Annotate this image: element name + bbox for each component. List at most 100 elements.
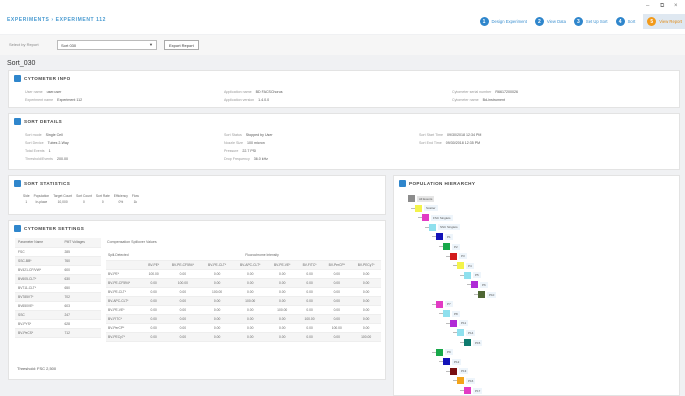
- field-sort-status: Sort Status Stopped by User: [224, 133, 273, 137]
- panel-title: SORT STATISTICS: [14, 180, 70, 187]
- table-cell: 0.00: [232, 269, 268, 279]
- table-cell: 0.00: [267, 287, 297, 297]
- table-cell: 0.00: [322, 305, 352, 315]
- table-row: BV711-CLT* 650: [15, 283, 101, 293]
- minimize-icon[interactable]: –: [646, 3, 649, 9]
- panel-title: CYTOMETER SETTINGS: [14, 225, 84, 232]
- column-header: Parameter Name: [15, 238, 62, 248]
- population-color-swatch: [450, 319, 457, 327]
- table-cell: 0.00: [267, 323, 297, 333]
- table-row: BV-FITC* 0.00 0.00 0.00 0.00 0.00 100.00 0.00 0.…: [106, 314, 381, 324]
- panel-icon: [399, 180, 406, 187]
- population-color-swatch: [429, 223, 436, 231]
- breadcrumb[interactable]: EXPERIMENTS › EXPERIMENT 112: [7, 17, 106, 23]
- param-voltage: 702: [61, 292, 101, 302]
- population-node[interactable]: All Events: [408, 195, 435, 202]
- population-node[interactable]: P11: [450, 319, 469, 327]
- param-name: BV785VT*: [15, 292, 62, 302]
- step-sort[interactable]: 4 Sort: [615, 17, 635, 26]
- population-node[interactable]: P8: [443, 310, 460, 318]
- population-node[interactable]: P12: [443, 358, 462, 366]
- population-node[interactable]: P3: [450, 252, 467, 260]
- table-cell: 0.00: [232, 287, 268, 297]
- table-cell: 0.00: [296, 305, 323, 315]
- population-color-swatch: [450, 252, 457, 260]
- population-node[interactable]: FSC Singlets: [422, 214, 453, 222]
- table-cell: 0.00: [143, 332, 165, 342]
- population-node[interactable]: P7: [436, 300, 453, 308]
- table-cell: 0.00: [143, 287, 165, 297]
- field-cytometer-name: Cytometer name Bd-instrument: [452, 98, 505, 102]
- field-sort-end-time: Sort End Time 09/30/2018 12:35 PM: [419, 141, 481, 145]
- row-header: BV-PE-VE*: [106, 305, 144, 315]
- table-cell: 0.00: [296, 332, 323, 342]
- table-cell: 0.00: [322, 287, 352, 297]
- population-label: P13: [459, 368, 469, 375]
- population-node[interactable]: P9: [436, 348, 453, 356]
- table-cell: 0.00: [322, 332, 352, 342]
- population-node[interactable]: Scatter: [415, 204, 438, 212]
- step-number: 5: [647, 17, 657, 26]
- report-select[interactable]: Sort 030 ▼: [57, 40, 157, 50]
- table-cell: 0.00: [232, 314, 268, 324]
- param-voltage: 247: [61, 310, 101, 320]
- population-label: P16: [466, 377, 476, 384]
- population-node[interactable]: P1: [436, 233, 453, 241]
- table-cell: 100.00: [201, 287, 233, 297]
- population-label: P7: [445, 301, 453, 308]
- export-report-button[interactable]: Export Report: [164, 40, 199, 50]
- param-voltage: 600: [61, 265, 101, 275]
- step-design-experiment[interactable]: 1 Design Experiment: [479, 17, 527, 26]
- table-cell: 100.00: [164, 278, 202, 288]
- step-view-report[interactable]: 5 View Report: [643, 14, 685, 29]
- population-node[interactable]: P6: [471, 281, 488, 289]
- table-cell: 0.00: [351, 314, 381, 324]
- population-label: P3: [459, 253, 467, 260]
- row-header: BV-PE-CF594*: [106, 278, 144, 288]
- step-label: Set Up Sort: [585, 19, 608, 24]
- table-header-row: Parameter Name PMT Voltages: [15, 238, 101, 248]
- table-row: SSC 247: [15, 310, 101, 320]
- population-color-swatch: [464, 271, 471, 279]
- population-label: P10: [487, 291, 497, 298]
- population-color-swatch: [457, 262, 464, 270]
- population-node[interactable]: SSC Singlets: [429, 223, 460, 231]
- population-node[interactable]: P14: [457, 329, 476, 337]
- population-node[interactable]: P10: [478, 291, 497, 298]
- column-header: BV-FITC*: [296, 260, 323, 270]
- table-cell: 0.00: [164, 305, 202, 315]
- report-select-label: Select by Report: [9, 42, 39, 47]
- population-node[interactable]: P4: [457, 262, 474, 270]
- population-color-swatch: [443, 243, 450, 250]
- table-cell: 0.00: [267, 269, 297, 279]
- table-cell: 1k: [133, 200, 138, 204]
- population-node[interactable]: P16: [457, 377, 476, 385]
- population-label: P5: [473, 272, 481, 279]
- close-icon[interactable]: ×: [674, 3, 678, 9]
- step-set-up-sort[interactable]: 3 Set Up Sort: [573, 17, 608, 26]
- step-number: 1: [479, 17, 489, 26]
- population-node[interactable]: P2: [443, 243, 460, 250]
- table-cell: 1: [25, 200, 28, 204]
- field-cytometer-serial: Cytometer serial number R6617200026: [452, 90, 518, 94]
- population-node[interactable]: P5: [464, 271, 481, 279]
- population-node[interactable]: P15: [464, 339, 483, 346]
- table-row: BV-PE* 100.00 0.00 0.00 0.00 0.00 0.00 0.00 0.00: [106, 269, 381, 279]
- table-cell: 0.00: [143, 296, 165, 306]
- table-row: BV-APC-CLT* 0.00 0.00 0.00 100.00 0.00 0.00 0.0…: [106, 296, 381, 306]
- panel-title-text: CYTOMETER SETTINGS: [24, 226, 85, 231]
- population-node[interactable]: P17: [464, 387, 483, 394]
- table-row: 1 In-place 10,000 0 0 0% 1k: [21, 199, 141, 205]
- table-cell: 10,000: [57, 200, 68, 204]
- table-cell: 0.00: [351, 278, 381, 288]
- table-cell: 0.00: [201, 296, 233, 306]
- population-label: P9: [445, 349, 453, 356]
- restore-icon[interactable]: ⧉: [660, 3, 664, 10]
- param-voltage: 760: [61, 256, 101, 266]
- param-voltage: 285: [61, 247, 101, 257]
- step-view-data[interactable]: 2 View Data: [534, 17, 566, 26]
- table-cell: 0.00: [322, 296, 352, 306]
- table-cell: 0.00: [351, 323, 381, 333]
- compensation-table: Spill-Detected Fluorochrome Intensity BV…: [106, 251, 381, 342]
- population-node[interactable]: P13: [450, 367, 469, 375]
